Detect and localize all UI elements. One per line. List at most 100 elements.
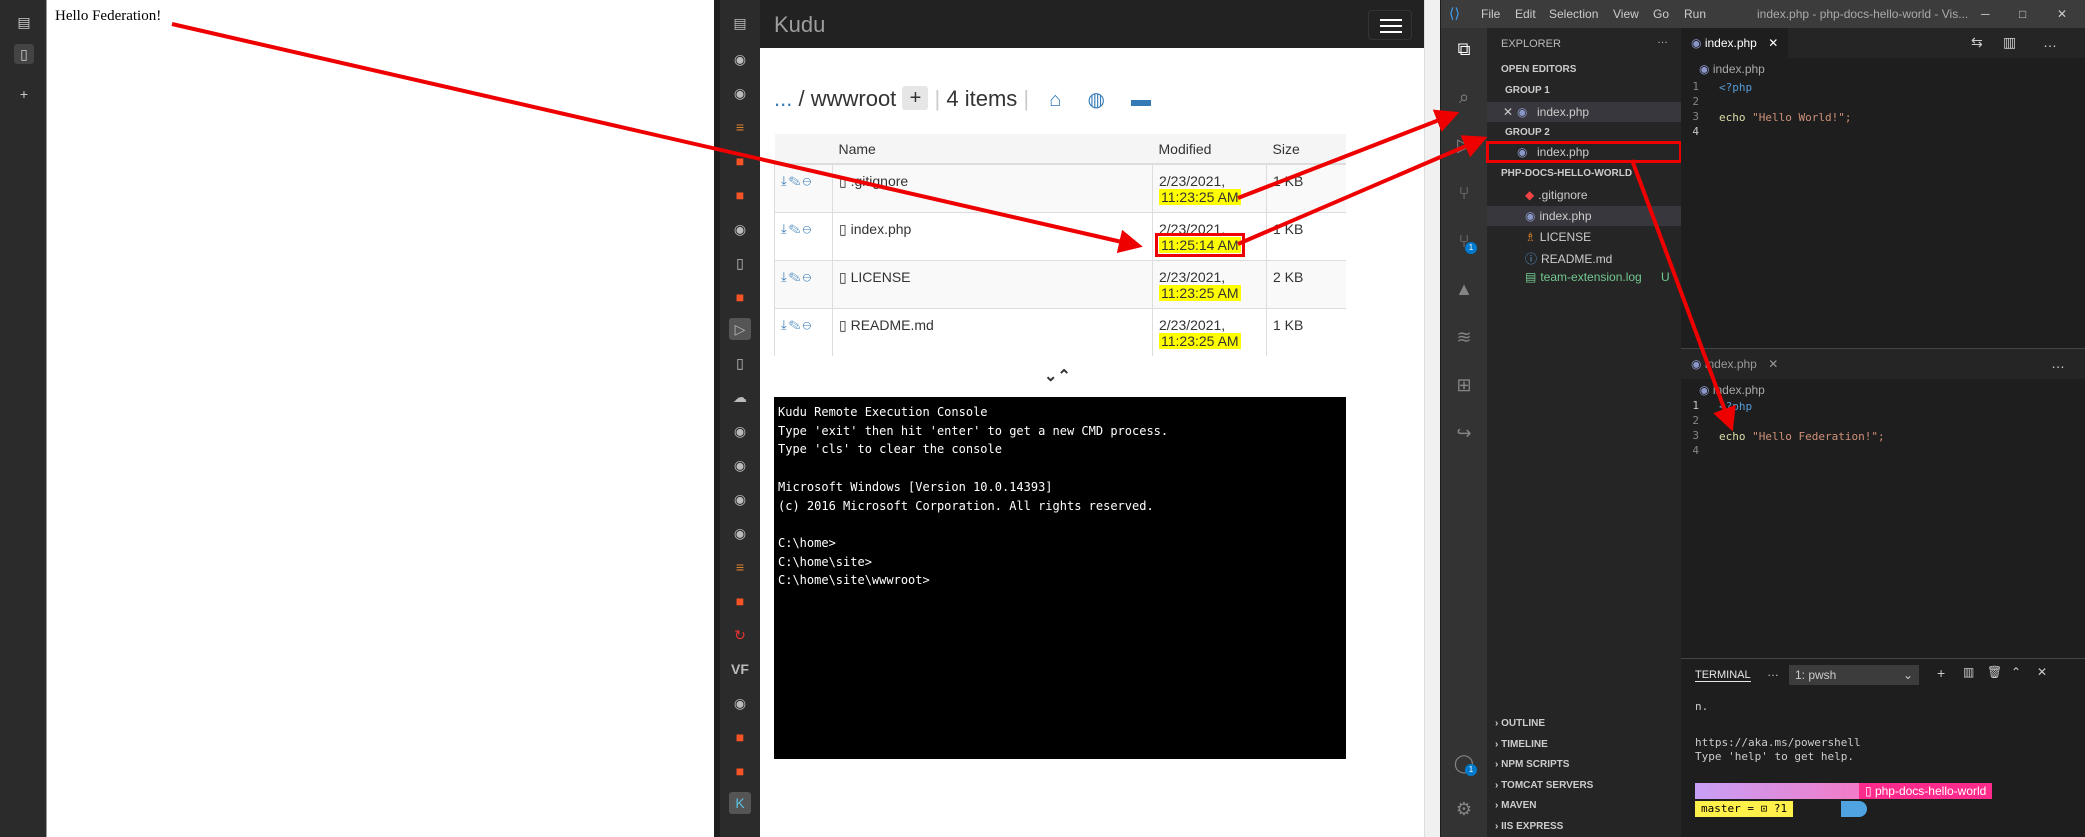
maximize-icon[interactable]: □ [2019,7,2026,21]
panel-tomcat[interactable]: › TOMCAT SERVERS [1495,780,1593,791]
more-actions-icon[interactable]: … [2043,34,2057,50]
microsoft-icon[interactable]: ■ [729,590,751,612]
search-icon[interactable]: ⌕ [1453,86,1475,108]
page-icon[interactable]: ▯ [729,352,751,374]
live-share-icon[interactable]: ↪ [1453,422,1475,444]
file-name[interactable]: README.md [851,317,934,333]
code-line[interactable]: echo "Hello World!"; [1719,110,1851,125]
file-name[interactable]: .gitignore [851,173,909,189]
maximize-panel-icon[interactable]: ⌃ [2011,665,2021,679]
github-icon[interactable]: ◉ [729,454,751,476]
new-terminal-icon[interactable]: + [1937,665,1945,681]
trash-icon[interactable]: 🗑 [1987,665,2002,679]
panel-iis-express[interactable]: › IIS EXPRESS [1495,821,1563,832]
split-terminal-icon[interactable]: ▥ [1963,665,1974,679]
edit-icon[interactable]: ✎ [789,173,803,188]
delete-icon[interactable]: ⊖ [803,269,813,284]
menu-file[interactable]: File [1481,7,1500,21]
tab-index-php[interactable]: ◉ index.php ✕ [1681,28,1789,58]
git-graph-icon[interactable]: ⑂ 1 [1453,230,1477,254]
code-line[interactable]: <?php [1719,80,1752,95]
open-editor-item[interactable]: ✕ ◉ index.php [1487,102,1681,122]
microsoft-icon[interactable]: ■ [729,184,751,206]
stackoverflow-icon[interactable]: ≡ [729,116,751,138]
collapse-toggle[interactable]: ⌄⌃ [1044,366,1071,386]
download-icon[interactable]: ⤓ [781,221,789,236]
account-icon[interactable]: ◯ 1 [1453,752,1477,776]
project-header[interactable]: PHP-DOCS-HELLO-WORLD [1501,168,1632,179]
microsoft-icon[interactable]: ■ [729,760,751,782]
menu-edit[interactable]: Edit [1515,7,1536,21]
home-icon[interactable]: ⌂ [1049,89,1061,111]
terminal-select[interactable]: 1: pwsh ⌄ [1789,665,1919,685]
split-editor-icon[interactable]: ▥ [2003,34,2016,51]
github-icon[interactable]: ◉ [729,420,751,442]
editor-breadcrumb[interactable]: ◉ index.php [1699,62,1765,76]
run-debug-icon[interactable]: ▷ [1453,134,1475,156]
github-icon[interactable]: ◉ [729,218,751,240]
download-icon[interactable]: ⤓ [781,317,789,332]
panel-outline[interactable]: › OUTLINE [1495,718,1545,729]
github-icon[interactable]: ◉ [729,692,751,714]
code-line[interactable]: echo "Hello Federation!"; [1719,429,1885,444]
azure-icon[interactable]: ▲ [1453,278,1475,300]
tree-item[interactable]: ◉ index.php [1487,206,1681,226]
kudu-brand[interactable]: Kudu [774,12,825,38]
page-icon[interactable]: ▯ [14,44,34,64]
editor-breadcrumb[interactable]: ◉ index.php [1699,383,1765,397]
column-header-size[interactable]: Size [1266,134,1346,165]
menu-run[interactable]: Run [1684,7,1706,21]
refresh-icon[interactable]: ↻ [729,624,751,646]
open-changes-icon[interactable]: ⇆ [1971,34,1983,51]
file-name[interactable]: index.php [851,221,912,237]
column-header-modified[interactable]: Modified [1152,134,1267,165]
file-name[interactable]: LICENSE [851,269,911,285]
new-item-button[interactable]: + [902,86,929,110]
close-icon[interactable]: ✕ [1768,357,1778,371]
edit-icon[interactable]: ✎ [789,317,803,332]
microsoft-icon[interactable]: ■ [729,286,751,308]
delete-icon[interactable]: ⊖ [803,317,813,332]
more-actions-icon[interactable]: … [1657,34,1668,46]
minimize-icon[interactable]: ─ [1981,7,1990,21]
more-actions-icon[interactable]: … [1767,665,1779,679]
microsoft-icon[interactable]: ■ [729,150,751,172]
close-icon[interactable]: ✕ [2057,7,2067,21]
play-icon[interactable]: ▷ [729,318,751,340]
tree-item[interactable]: ⓘ README.md [1525,250,1612,267]
docker-icon[interactable]: ≋ [1453,326,1475,348]
github-icon[interactable]: ◉ [729,522,751,544]
edit-icon[interactable]: ✎ [789,221,803,236]
page-icon[interactable]: ▯ [729,252,751,274]
close-icon[interactable]: ✕ [1503,105,1513,119]
menu-toggle-button[interactable] [1368,10,1412,40]
drive-icon[interactable]: ▬ [1131,89,1151,111]
download-icon[interactable]: ⤓ [781,269,789,284]
tree-item[interactable]: ♗ LICENSE [1525,230,1591,244]
cloud-icon[interactable]: ☁ [729,386,751,408]
scrollbar[interactable] [1424,0,1440,837]
tab-actions-icon[interactable]: ▤ [14,12,34,32]
remote-console[interactable]: Kudu Remote Execution Console Type 'exit'… [774,397,1346,759]
more-actions-icon[interactable]: … [2051,355,2065,371]
source-control-icon[interactable]: ⑂ [1453,182,1475,204]
menu-view[interactable]: View [1613,7,1639,21]
tree-item[interactable]: ◆ .gitignore [1525,188,1588,202]
tab-actions-icon[interactable]: ▤ [729,12,751,34]
new-tab-icon[interactable]: + [14,84,34,104]
code-line[interactable]: <?php [1719,399,1752,414]
vf-icon[interactable]: VF [729,658,751,680]
stackoverflow-icon[interactable]: ≡ [729,556,751,578]
explorer-icon[interactable]: ⧉ [1453,38,1475,60]
close-panel-icon[interactable]: ✕ [2037,665,2047,679]
microsoft-icon[interactable]: ■ [729,726,751,748]
column-header-name[interactable]: Name [832,134,1153,165]
breadcrumb-parent-link[interactable]: ... [774,86,792,111]
globe-icon[interactable]: ◍ [1087,89,1104,111]
panel-maven[interactable]: › MAVEN [1495,800,1536,811]
settings-gear-icon[interactable]: ⚙ [1453,798,1475,820]
panel-timeline[interactable]: › TIMELINE [1495,739,1548,750]
terminal-tab[interactable]: TERMINAL [1695,669,1751,682]
close-icon[interactable]: ✕ [1768,36,1778,50]
github-icon[interactable]: ◉ [729,82,751,104]
